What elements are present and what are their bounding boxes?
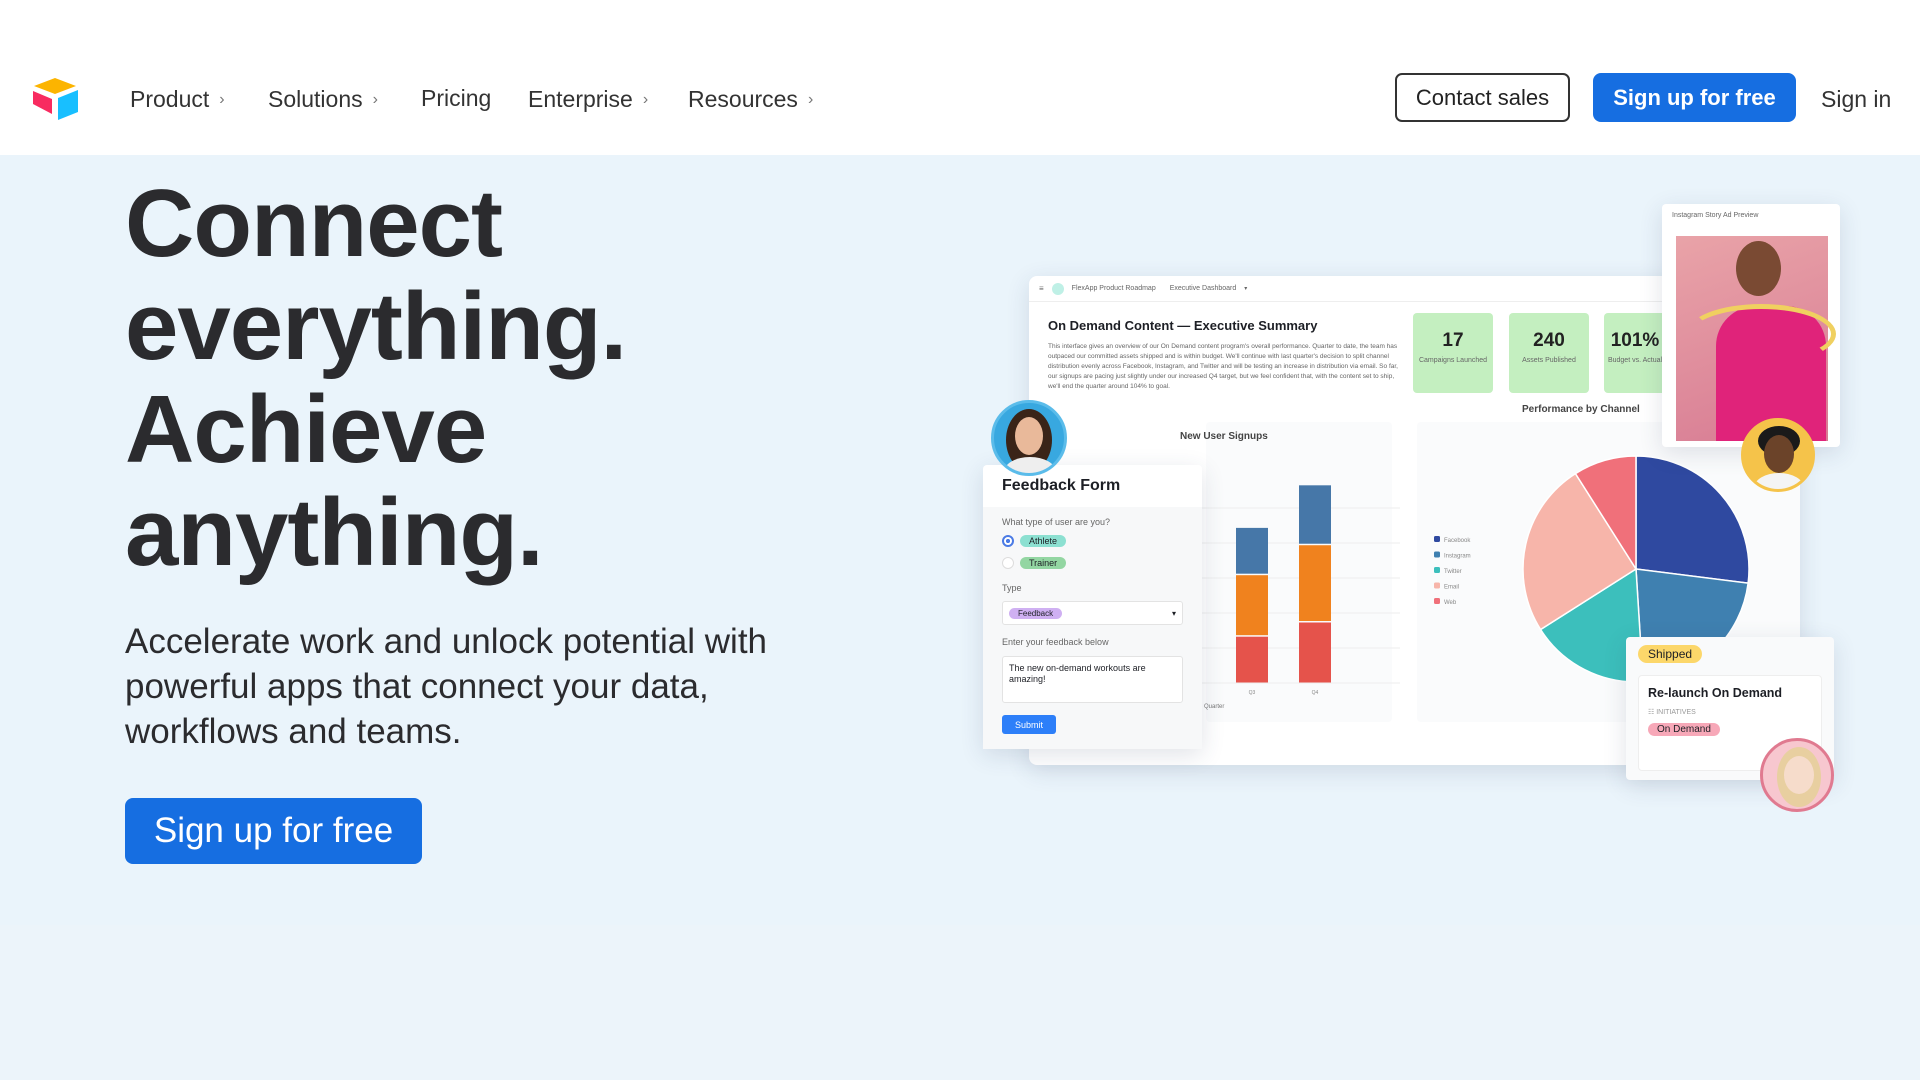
legend-swatch (1434, 598, 1440, 604)
chevron-down-icon: ▾ (1244, 286, 1248, 292)
stat-assets: 240 Assets Published (1509, 313, 1589, 393)
list-icon: ☷ (1648, 709, 1657, 716)
submit-button[interactable]: Submit (1002, 715, 1056, 734)
legend-label: Email (1444, 585, 1459, 591)
legend-label: Twitter (1444, 569, 1462, 575)
feedback-title: Feedback Form (1002, 477, 1121, 494)
bar-segment (1236, 636, 1268, 683)
radio-empty-icon[interactable] (1002, 557, 1014, 569)
record-title: Re-launch On Demand (1648, 686, 1783, 700)
nav-label: Solutions (268, 86, 363, 112)
type-select[interactable]: Feedback ▾ (1002, 601, 1183, 625)
bar-segment (1299, 485, 1331, 544)
airtable-logo[interactable] (30, 76, 80, 120)
hero-line: anything. (125, 479, 544, 586)
hero-subtitle: Accelerate work and unlock potential wit… (125, 622, 768, 751)
record-tag: On Demand (1648, 723, 1720, 736)
legend-swatch (1434, 582, 1440, 589)
legend-label: Instagram (1444, 554, 1471, 560)
hero-line: everything. (125, 273, 627, 380)
type-label: Type (1002, 583, 1022, 593)
lower-band (0, 925, 1920, 1080)
dashboard-description: This interface gives an overview of our … (1048, 343, 1398, 390)
nav-pricing[interactable]: Pricing (421, 85, 491, 112)
breadcrumb-app[interactable]: FlexApp Product Roadmap (1072, 285, 1156, 292)
nav-solutions[interactable]: Solutions › (268, 86, 378, 113)
chevron-right-icon: › (372, 90, 378, 108)
chevron-down-icon: ▾ (1171, 608, 1176, 618)
breadcrumb-page[interactable]: Executive Dashboard (1170, 285, 1237, 292)
avatar (1760, 738, 1834, 812)
stat-budget: 101% Budget vs. Actual (1604, 313, 1666, 393)
feedback-form-card: Feedback Form What type of user are you?… (983, 465, 1202, 749)
chevron-right-icon: › (642, 90, 649, 108)
radio-athlete[interactable]: Athlete (1002, 535, 1067, 547)
legend-swatch (1434, 536, 1440, 542)
initiatives-field: ☷ INITIATIVES (1648, 708, 1696, 716)
nav-signup-button[interactable]: Sign up for free (1593, 73, 1796, 122)
hero-line: Connect (125, 170, 503, 277)
nav-label: Pricing (421, 85, 492, 111)
nav-label: Resources (688, 86, 798, 112)
bar-segment (1236, 527, 1268, 574)
nav-label: Product (130, 86, 210, 112)
signin-link[interactable]: Sign in (1821, 86, 1891, 113)
hero-heading: Connect everything. Achieve anything. (125, 170, 627, 586)
x-tick-label: Q3 (1249, 690, 1256, 696)
chevron-right-icon: › (807, 90, 814, 108)
contact-sales-button[interactable]: Contact sales (1395, 73, 1570, 122)
avatar (991, 400, 1067, 476)
bar-segment (1299, 545, 1331, 621)
radio-trainer[interactable]: Trainer (1002, 557, 1067, 569)
legend-label: Web (1444, 600, 1457, 606)
bar-segment (1299, 622, 1331, 683)
stat-label: Campaigns Launched (1418, 357, 1488, 364)
nav-enterprise[interactable]: Enterprise › (528, 86, 648, 113)
stat-value: 240 (1533, 330, 1565, 351)
dashboard-title: On Demand Content — Executive Summary (1048, 318, 1318, 333)
avatar (1741, 418, 1815, 492)
bar-title: New User Signups (1180, 431, 1268, 442)
x-tick-label: Q4 (1312, 690, 1319, 696)
instagram-title: Instagram Story Ad Preview (1672, 212, 1759, 219)
option-label: Athlete (1020, 535, 1067, 547)
type-value: Feedback (1009, 607, 1063, 619)
signups-bar-chart: Q3 Q4 (1200, 485, 1400, 696)
legend-label: Facebook (1444, 538, 1471, 544)
hero-signup-button[interactable]: Sign up for free (125, 798, 422, 864)
top-nav: Product › Solutions › Pricing Enterprise › … (0, 0, 1920, 155)
status-badge: Shipped (1638, 645, 1703, 663)
pie-title: Performance by Channel (1522, 404, 1640, 415)
pie-slice (1635, 455, 1750, 585)
nav-label: Enterprise (528, 86, 633, 112)
stat-value: 101% (1610, 330, 1660, 351)
chevron-right-icon: › (219, 90, 225, 108)
stat-label: Budget vs. Actual (1607, 357, 1663, 364)
app-icon (1051, 282, 1064, 295)
nav-resources[interactable]: Resources › (688, 86, 813, 113)
legend-swatch (1434, 567, 1440, 573)
nav-product[interactable]: Product › (130, 86, 225, 113)
stat-label: Assets Published (1522, 357, 1576, 364)
legend-swatch (1434, 551, 1440, 558)
feedback-label: Enter your feedback below (1002, 637, 1109, 647)
feedback-textarea[interactable]: The new on-demand workouts are amazing! (1002, 656, 1183, 703)
menu-icon[interactable]: ≡ (1039, 284, 1044, 293)
ad-preview-image (1676, 236, 1836, 441)
option-label: Trainer (1020, 557, 1067, 569)
stat-campaigns: 17 Campaigns Launched (1413, 313, 1493, 393)
bar-segment (1236, 575, 1268, 636)
field-label: INITIATIVES (1656, 709, 1696, 716)
hero-line: Achieve (125, 376, 487, 483)
radio-selected-icon[interactable] (1002, 535, 1014, 547)
instagram-preview-card: Instagram Story Ad Preview (1662, 204, 1840, 447)
stat-value: 17 (1442, 330, 1464, 351)
question-label: What type of user are you? (1002, 517, 1111, 527)
